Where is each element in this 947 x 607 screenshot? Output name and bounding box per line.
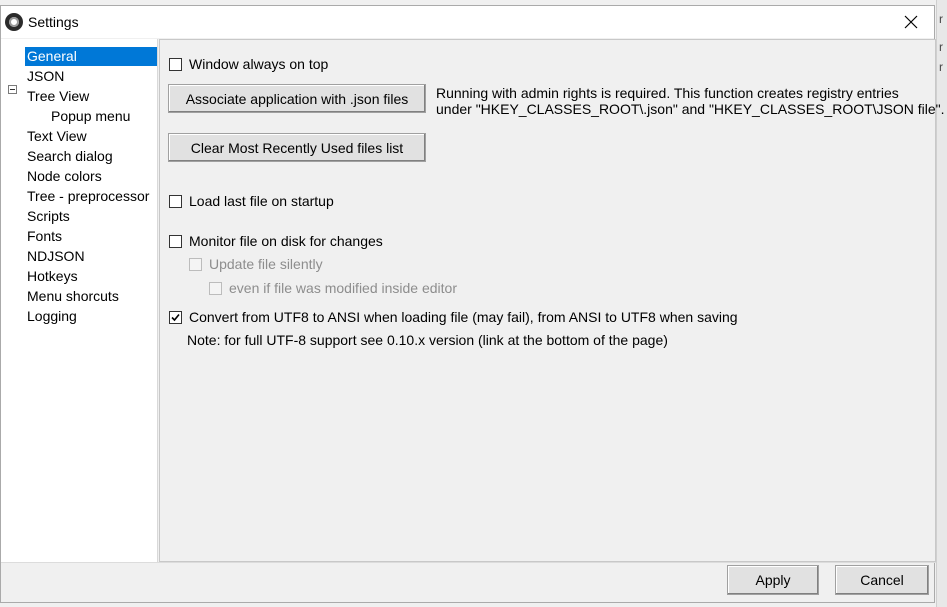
tree-item-scripts[interactable]: Scripts [25,207,72,226]
tree-item-label: General [27,48,77,64]
clear-mru-button-label: Clear Most Recently Used files list [190,139,404,156]
always-on-top-checkbox[interactable] [169,58,182,71]
tree-item-label: NDJSON [27,248,85,264]
tree-item-label: Search dialog [27,148,113,164]
tree-item-label: Text View [27,128,87,144]
tree-item-label: JSON [27,68,65,84]
apply-button-label: Apply [755,572,791,588]
tree-item-tree-view[interactable]: Tree View [25,87,91,106]
settings-dialog: Settings General JSON Tree View Popup me… [0,5,945,603]
tree-item-label: Hotkeys [27,268,78,284]
settings-category-tree[interactable]: General JSON Tree View Popup menu Text V… [1,39,158,562]
load-last-file-label[interactable]: Load last file on startup [189,193,334,209]
tree-item-tree-preprocessor[interactable]: Tree - preprocessor [25,187,151,206]
background-window-edge: r r r [936,0,947,607]
tree-item-label: Tree View [27,88,90,104]
associate-json-button-label: Associate application with .json files [185,90,409,107]
tree-item-search-dialog[interactable]: Search dialog [25,147,115,166]
background-text-fragment: r [939,40,943,54]
app-logo-icon [5,13,23,31]
tree-item-label: Node colors [27,168,102,184]
apply-button[interactable]: Apply [727,565,819,595]
tree-item-popup-menu[interactable]: Popup menu [49,107,132,126]
tree-item-ndjson[interactable]: NDJSON [25,247,87,266]
associate-json-button[interactable]: Associate application with .json files [168,84,426,113]
update-silently-label: Update file silently [209,256,323,272]
cancel-button-label: Cancel [860,572,904,588]
update-silently-checkbox[interactable] [189,258,202,271]
checkmark-icon [171,313,180,322]
cancel-button[interactable]: Cancel [835,565,929,595]
monitor-file-checkbox[interactable] [169,235,182,248]
tree-item-json[interactable]: JSON [25,67,66,86]
title-bar[interactable]: Settings [1,6,934,38]
load-last-file-checkbox[interactable] [169,195,182,208]
utf8-note-text: Note: for full UTF-8 support see 0.10.x … [187,332,668,348]
window-title: Settings [28,14,79,30]
tree-item-general[interactable]: General [25,47,157,66]
convert-utf8-checkbox[interactable] [169,311,182,324]
tree-item-hotkeys[interactable]: Hotkeys [25,267,80,286]
tree-item-fonts[interactable]: Fonts [25,227,64,246]
even-if-modified-label: even if file was modified inside editor [229,280,458,296]
tree-item-label: Tree - preprocessor [27,188,150,204]
tree-item-label: Menu shorcuts [27,288,119,304]
clear-mru-button[interactable]: Clear Most Recently Used files list [168,133,426,162]
background-text-fragment: r [939,60,943,74]
tree-item-label: Scripts [27,208,70,224]
tree-item-label: Fonts [27,228,63,244]
footer-divider [1,562,936,563]
associate-info-text: under "HKEY_CLASSES_ROOT\.json" and "HKE… [436,101,945,117]
associate-info-text: Running with admin rights is required. T… [436,85,899,101]
tree-item-menu-shortcuts[interactable]: Menu shorcuts [25,287,121,306]
tree-item-logging[interactable]: Logging [25,307,79,326]
tree-item-node-colors[interactable]: Node colors [25,167,104,186]
convert-utf8-label[interactable]: Convert from UTF8 to ANSI when loading f… [189,309,738,325]
close-button[interactable] [888,6,934,38]
collapse-icon[interactable] [8,85,17,94]
close-icon [904,15,918,29]
monitor-file-label[interactable]: Monitor file on disk for changes [189,233,383,249]
tree-item-text-view[interactable]: Text View [25,127,89,146]
tree-item-label: Popup menu [51,108,131,124]
background-text-fragment: r [939,12,943,26]
general-settings-panel: Window always on top Associate applicati… [159,39,945,562]
even-if-modified-checkbox[interactable] [209,282,222,295]
always-on-top-label[interactable]: Window always on top [189,56,328,72]
tree-item-label: Logging [27,308,77,324]
